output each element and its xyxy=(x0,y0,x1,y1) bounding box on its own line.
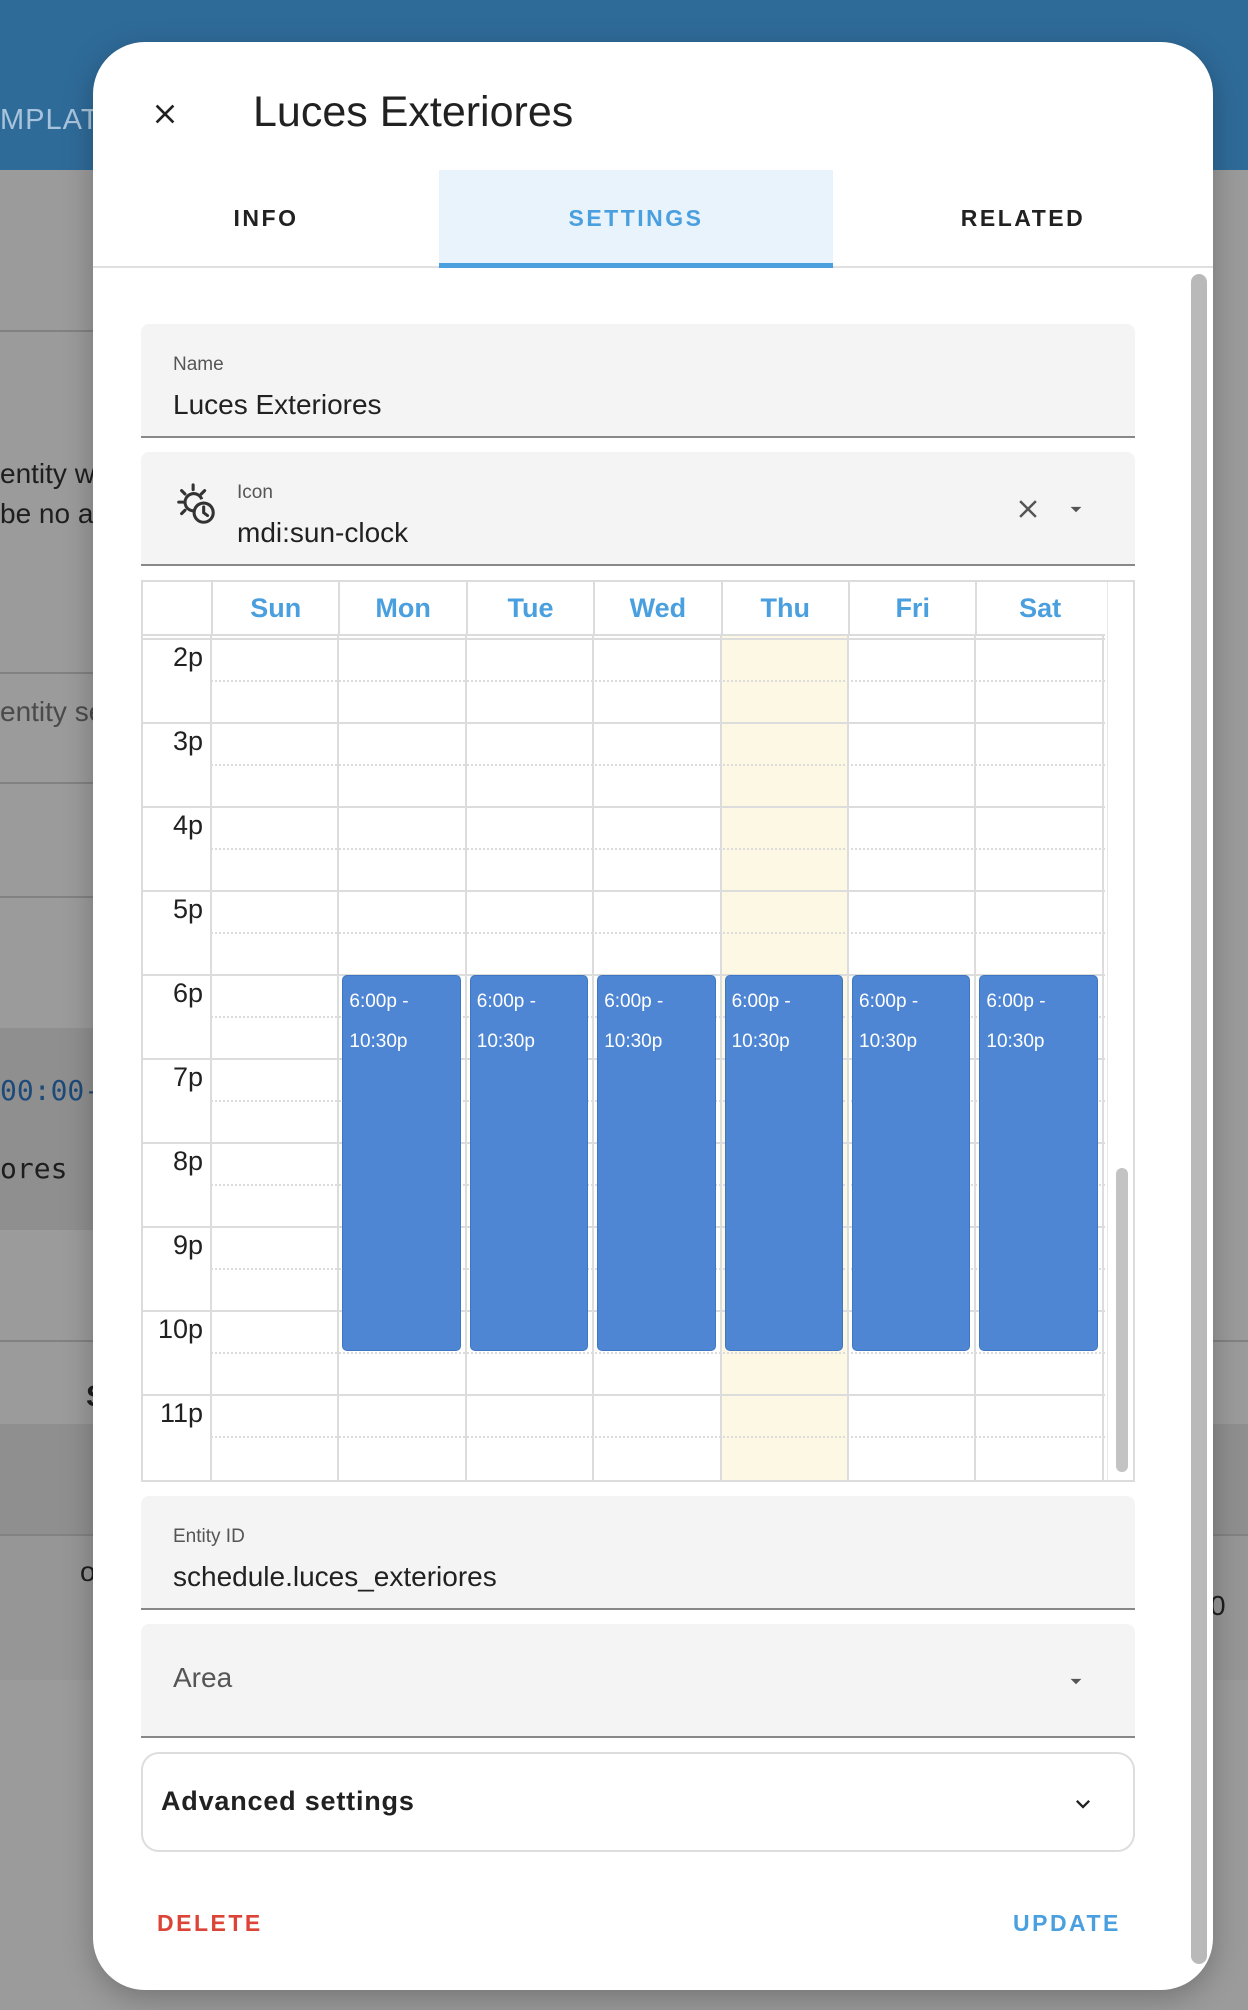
divider xyxy=(0,330,100,332)
divider xyxy=(0,782,100,784)
divider xyxy=(0,672,100,674)
schedule-event-block[interactable]: 6:00p - 10:30p xyxy=(724,975,843,1351)
event-time-start: 6:00p - xyxy=(349,991,409,1012)
time-label: 2p xyxy=(172,642,203,672)
half-hour-gridline xyxy=(211,1436,1105,1438)
day-header-tue: Tue xyxy=(465,582,593,634)
delete-button[interactable]: DELETE xyxy=(157,1910,263,1937)
half-hour-gridline xyxy=(211,764,1105,766)
event-time-start: 6:00p - xyxy=(731,991,791,1012)
event-time-start: 6:00p - xyxy=(476,991,536,1012)
bg-code-line: ores xyxy=(0,1152,68,1185)
day-column-divider xyxy=(210,582,212,1480)
advanced-settings-label: Advanced settings xyxy=(161,1786,415,1816)
time-label: 7p xyxy=(172,1062,203,1092)
calendar-header: Sun Mon Tue Wed Thu Fri Sat xyxy=(143,582,1105,636)
sun-clock-icon xyxy=(177,483,215,524)
icon-field-value[interactable]: mdi:sun-clock xyxy=(237,517,408,549)
time-label: 6p xyxy=(172,978,203,1008)
entity-id-value[interactable]: schedule.luces_exteriores xyxy=(173,1561,497,1593)
code-block xyxy=(0,1028,100,1230)
bg-text-line: entity se xyxy=(0,696,105,727)
time-label: 5p xyxy=(172,894,203,924)
hour-gridline xyxy=(143,890,1105,892)
schedule-calendar[interactable]: 2p 3p 4p 5p 6p 7p 8p 9p 10p 11p Sun Mon Tue Wed Thu Fri… xyxy=(141,580,1135,1482)
advanced-settings-expander[interactable]: Advanced settings xyxy=(141,1752,1135,1852)
event-time-end: 10:30p xyxy=(476,1031,535,1052)
icon-field-label: Icon xyxy=(237,482,273,503)
event-time-end: 10:30p xyxy=(604,1031,663,1052)
name-field-label: Name xyxy=(173,354,224,375)
tab-info[interactable]: INFO xyxy=(93,170,439,266)
calendar-scroll-thumb[interactable] xyxy=(1116,1168,1128,1472)
time-label: 10p xyxy=(157,1314,203,1344)
bg-text-line: be no a xyxy=(0,498,94,529)
schedule-event-block[interactable]: 6:00p - 10:30p xyxy=(342,975,461,1351)
event-time-end: 10:30p xyxy=(986,1031,1045,1052)
hour-gridline xyxy=(143,806,1105,808)
name-field[interactable]: Name Luces Exteriores xyxy=(141,324,1135,438)
day-column-divider xyxy=(974,582,977,1480)
half-hour-gridline xyxy=(211,932,1105,934)
day-column-divider xyxy=(719,582,722,1480)
half-hour-gridline xyxy=(211,848,1105,850)
dropdown-arrow-icon[interactable] xyxy=(1063,1668,1089,1694)
day-column-divider xyxy=(592,582,595,1480)
event-time-end: 10:30p xyxy=(349,1031,408,1052)
event-time-end: 10:30p xyxy=(859,1031,918,1052)
close-icon xyxy=(155,104,175,124)
clear-icon[interactable] xyxy=(1013,494,1043,524)
close-button[interactable] xyxy=(139,88,191,140)
time-label: 8p xyxy=(172,1146,203,1176)
schedule-event-block[interactable]: 6:00p - 10:30p xyxy=(597,975,716,1351)
event-time-start: 6:00p - xyxy=(604,991,664,1012)
calendar-grid[interactable]: 2p 3p 4p 5p 6p 7p 8p 9p 10p 11p Sun Mon Tue Wed Thu Fri… xyxy=(143,582,1105,1480)
event-time-start: 6:00p - xyxy=(986,991,1046,1012)
entity-settings-dialog: Luces Exteriores INFO SETTINGS RELATED N… xyxy=(93,42,1213,1990)
event-time-end: 10:30p xyxy=(731,1031,790,1052)
area-placeholder: Area xyxy=(173,1662,233,1693)
tab-bar: INFO SETTINGS RELATED xyxy=(93,170,1213,268)
day-header-wed: Wed xyxy=(593,582,720,634)
day-header-thu: Thu xyxy=(720,582,848,634)
entity-id-field[interactable]: Entity ID schedule.luces_exteriores xyxy=(141,1496,1135,1610)
day-header-fri: Fri xyxy=(848,582,975,634)
chevron-down-icon xyxy=(1076,1800,1090,1809)
time-label: 11p xyxy=(159,1398,203,1428)
dialog-scrollbar[interactable] xyxy=(1191,274,1207,1964)
schedule-event-block[interactable]: 6:00p - 10:30p xyxy=(979,975,1098,1351)
tab-related[interactable]: RELATED xyxy=(833,170,1213,266)
icon-picker-field[interactable]: Icon mdi:sun-clock xyxy=(141,452,1135,566)
schedule-event-block[interactable]: 6:00p - 10:30p xyxy=(469,975,589,1351)
area-select[interactable]: Area xyxy=(141,1624,1135,1738)
time-label: 4p xyxy=(172,810,203,840)
calendar-scrollbar[interactable] xyxy=(1107,582,1133,1480)
hour-gridline xyxy=(143,638,1105,640)
half-hour-gridline xyxy=(211,680,1105,682)
day-column-divider xyxy=(464,582,467,1480)
hour-gridline xyxy=(143,722,1105,724)
day-column-divider xyxy=(847,582,849,1480)
hour-gridline xyxy=(143,1394,1105,1396)
name-field-value[interactable]: Luces Exteriores xyxy=(173,389,382,421)
day-header-sun: Sun xyxy=(211,582,338,634)
dialog-title: Luces Exteriores xyxy=(253,88,574,136)
dropdown-arrow-icon[interactable] xyxy=(1063,496,1089,522)
update-button[interactable]: UPDATE xyxy=(1013,1910,1121,1937)
day-header-mon: Mon xyxy=(338,582,465,634)
schedule-event-block[interactable]: 6:00p - 10:30p xyxy=(852,975,971,1351)
event-time-start: 6:00p - xyxy=(859,991,919,1012)
day-header-sat: Sat xyxy=(975,582,1102,634)
time-label: 3p xyxy=(172,726,203,756)
day-column-divider xyxy=(1101,582,1104,1480)
half-hour-gridline xyxy=(211,1352,1105,1354)
entity-id-label: Entity ID xyxy=(173,1526,245,1547)
day-column-divider xyxy=(337,582,340,1480)
tab-settings[interactable]: SETTINGS xyxy=(439,170,833,268)
divider xyxy=(0,896,100,898)
bg-text-line: entity w xyxy=(0,458,95,489)
time-label: 9p xyxy=(172,1230,203,1260)
